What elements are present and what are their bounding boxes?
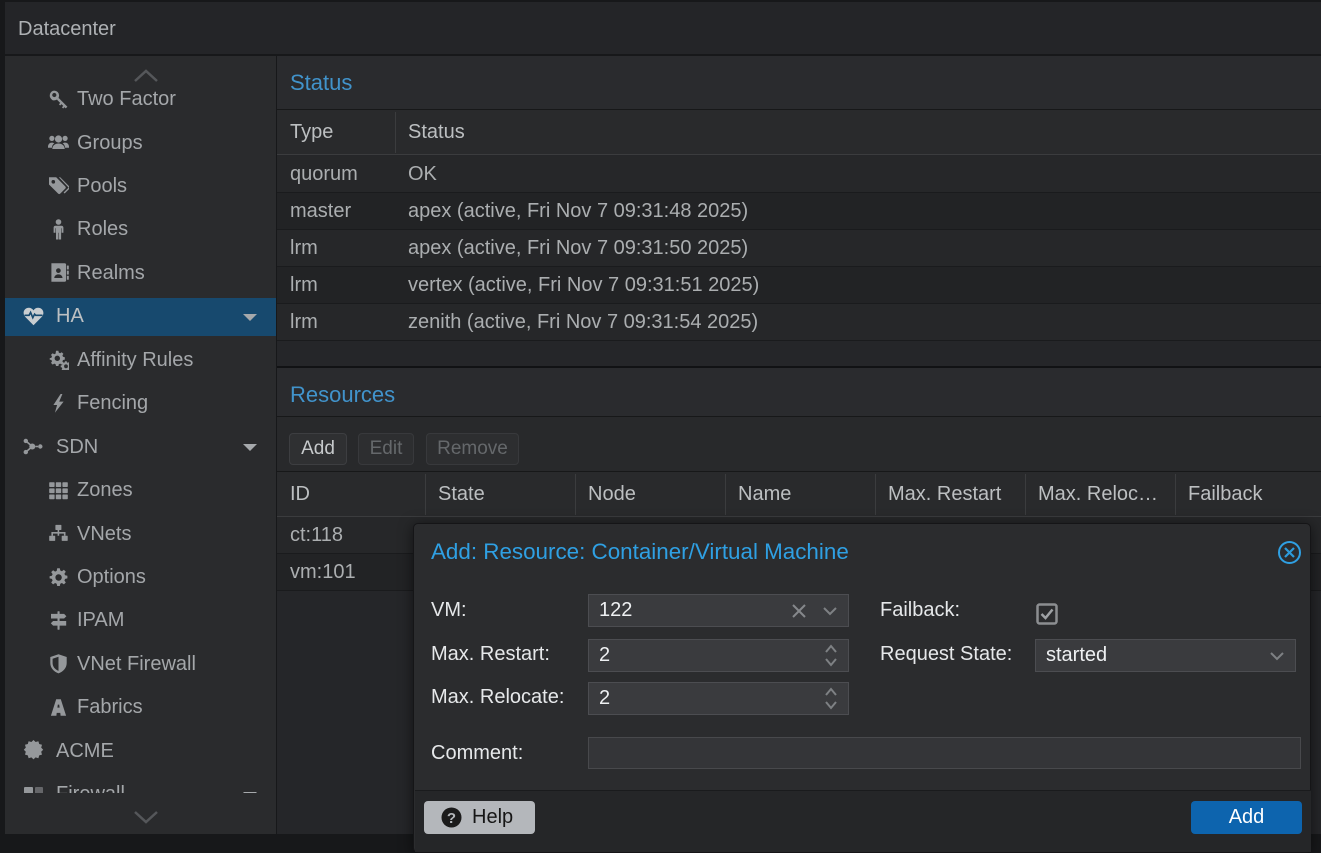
svg-text:?: ? <box>447 810 456 827</box>
